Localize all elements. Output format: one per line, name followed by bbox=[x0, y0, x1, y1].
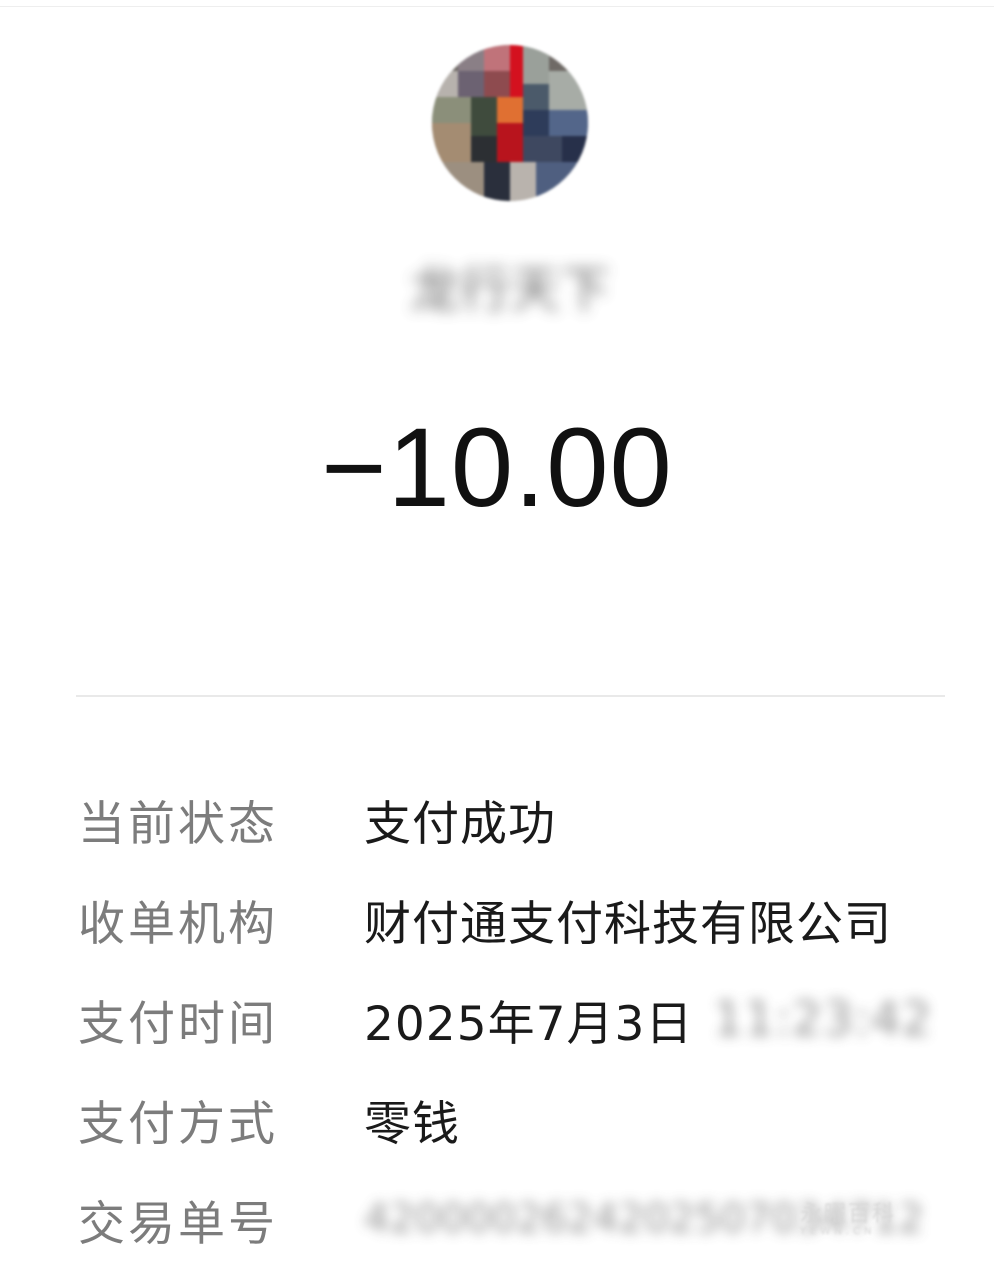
detail-row-transaction-id: 交易单号 4200002624202507034712 bbox=[78, 1184, 924, 1254]
detail-label: 收单机构 bbox=[78, 896, 278, 952]
detail-label: 支付时间 bbox=[78, 996, 278, 1052]
merchant-avatar bbox=[432, 45, 588, 201]
detail-row-acquirer: 收单机构 财付通支付科技有限公司 bbox=[78, 884, 892, 954]
merchant-name: 龙行天下 bbox=[410, 261, 610, 319]
payment-time-clock: 11:23:42 bbox=[713, 991, 933, 1047]
detail-value: 2025年7月3日 bbox=[364, 996, 694, 1052]
detail-row-payment-time: 支付时间 2025年7月3日 11:23:42 bbox=[78, 984, 933, 1054]
detail-value: 零钱 bbox=[364, 1096, 460, 1152]
detail-row-status: 当前状态 支付成功 bbox=[78, 784, 556, 854]
payment-amount: −10.00 bbox=[321, 405, 673, 530]
detail-label: 当前状态 bbox=[78, 796, 278, 852]
detail-label: 支付方式 bbox=[78, 1096, 278, 1152]
detail-row-payment-method: 支付方式 零钱 bbox=[78, 1084, 460, 1154]
detail-value: 财付通支付科技有限公司 bbox=[364, 896, 892, 952]
detail-value: 支付成功 bbox=[364, 796, 556, 852]
watermark-subtext: YEWN.CN bbox=[800, 1226, 876, 1237]
detail-label: 交易单号 bbox=[78, 1196, 278, 1252]
top-divider bbox=[0, 6, 994, 7]
watermark-text: 永曜百科 bbox=[800, 1202, 897, 1227]
site-watermark: 永曜百科 YEWN.CN bbox=[800, 1196, 896, 1237]
section-divider bbox=[76, 695, 945, 697]
